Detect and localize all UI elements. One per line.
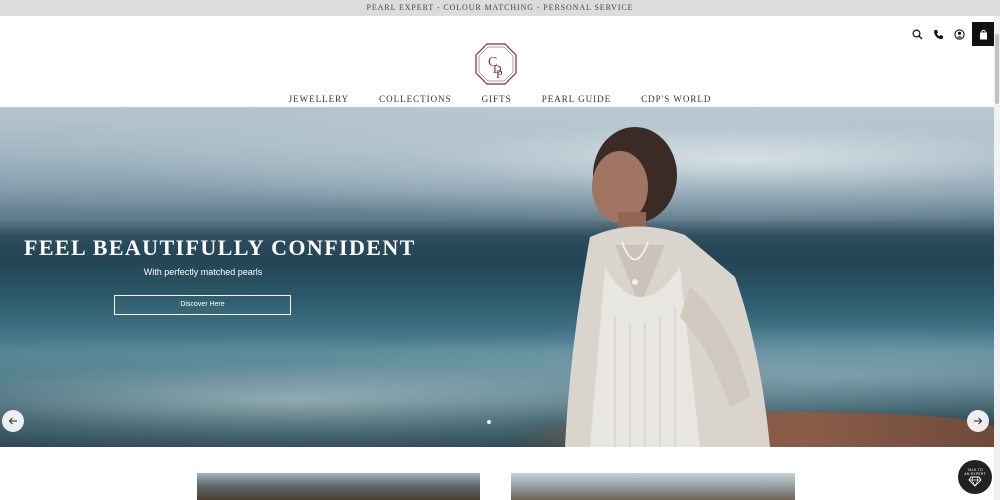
announcement-text: PEARL EXPERT - COLOUR MATCHING - PERSONA… — [366, 3, 634, 12]
shopping-bag-icon — [979, 29, 987, 39]
collection-tile-left[interactable] — [197, 473, 480, 500]
carousel-dot[interactable] — [487, 420, 491, 424]
phone-icon[interactable] — [928, 22, 949, 46]
main-nav: JEWELLERY COLLECTIONS GIFTS PEARL GUIDE … — [0, 93, 1000, 105]
discover-button[interactable]: Discover Here — [114, 295, 291, 315]
page-scrollbar[interactable] — [994, 16, 1000, 500]
carousel-prev-button[interactable] — [2, 410, 24, 432]
search-icon[interactable] — [907, 22, 928, 46]
cdp-monogram-logo[interactable]: C D P — [474, 42, 518, 86]
nav-item-jewellery[interactable]: JEWELLERY — [274, 93, 365, 105]
collection-tile-right[interactable] — [511, 473, 795, 500]
site-header: C D P JEWELLERY COLLECTIONS GIFTS PEARL … — [0, 16, 1000, 107]
hero-sky — [0, 107, 994, 237]
shopping-bag-button[interactable] — [972, 22, 994, 46]
hero-model-image — [565, 127, 770, 447]
announcement-bar: PEARL EXPERT - COLOUR MATCHING - PERSONA… — [0, 0, 1000, 16]
hero-title: FEEL BEAUTIFULLY CONFIDENT — [24, 235, 416, 260]
nav-item-pearl-guide[interactable]: PEARL GUIDE — [527, 93, 626, 105]
diamond-icon — [968, 476, 982, 487]
carousel-next-button[interactable] — [967, 410, 989, 432]
nav-item-cdps-world[interactable]: CDP'S WORLD — [626, 93, 726, 105]
talk-to-expert-button[interactable]: TALK TO AN EXPERT — [958, 460, 992, 494]
svg-text:P: P — [496, 67, 503, 81]
scrollbar-thumb[interactable] — [995, 34, 999, 104]
header-icons — [907, 22, 994, 46]
arrow-left-icon — [8, 417, 17, 425]
nav-item-collections[interactable]: COLLECTIONS — [364, 93, 467, 105]
arrow-right-icon — [974, 417, 983, 425]
nav-item-gifts[interactable]: GIFTS — [467, 93, 527, 105]
account-icon[interactable] — [949, 22, 970, 46]
hero-banner: FEEL BEAUTIFULLY CONFIDENT With perfectl… — [0, 107, 994, 447]
hero-subtitle: With perfectly matched pearls — [143, 267, 263, 277]
